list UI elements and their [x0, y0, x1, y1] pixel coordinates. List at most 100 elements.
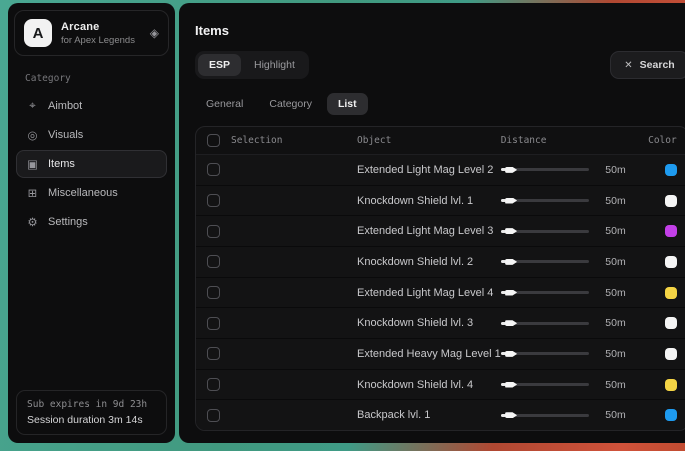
table-row[interactable]: Extended Light Mag Level 2 50m — [196, 155, 685, 186]
slider-thumb[interactable] — [505, 259, 517, 265]
color-swatch[interactable] — [665, 379, 677, 391]
column-distance: Distance — [501, 135, 633, 146]
color-swatch[interactable] — [665, 195, 677, 207]
color-swatch[interactable] — [665, 287, 677, 299]
sidebar-item-label: Items — [48, 158, 75, 170]
object-name: Knockdown Shield lvl. 2 — [357, 256, 501, 268]
table-row[interactable]: Backpack lvl. 1 50m — [196, 400, 685, 430]
gear-icon: ⚙ — [26, 215, 39, 229]
sidebar-item-label: Miscellaneous — [48, 187, 118, 199]
sidebar-item-miscellaneous[interactable]: ⊞ Miscellaneous — [16, 179, 167, 207]
sub-expires-text: Sub expires in 9d 23h — [27, 399, 156, 410]
slider-thumb[interactable] — [505, 320, 517, 326]
color-swatch[interactable] — [665, 409, 677, 421]
color-swatch[interactable] — [665, 256, 677, 268]
slider-thumb[interactable] — [505, 167, 517, 173]
distance-value: 50m — [598, 225, 626, 237]
row-checkbox[interactable] — [207, 286, 220, 299]
distance-slider[interactable] — [501, 230, 589, 233]
distance-slider[interactable] — [501, 199, 589, 202]
row-checkbox[interactable] — [207, 255, 220, 268]
overlay-window: A Arcane for Apex Legends ◈ Category ⌖ A… — [8, 3, 679, 443]
sidebar-item-items[interactable]: ▣ Items — [16, 150, 167, 178]
search-button-label: Search — [640, 59, 675, 71]
slider-thumb[interactable] — [505, 382, 517, 388]
sidebar-item-label: Aimbot — [48, 100, 82, 112]
object-name: Knockdown Shield lvl. 1 — [357, 195, 501, 207]
object-name: Backpack lvl. 1 — [357, 409, 501, 421]
object-name: Knockdown Shield lvl. 4 — [357, 379, 501, 391]
row-checkbox[interactable] — [207, 194, 220, 207]
app-logo: A — [24, 19, 52, 47]
items-table: Selection Object Distance Color Extended… — [195, 126, 685, 431]
distance-slider[interactable] — [501, 168, 589, 171]
slider-thumb[interactable] — [505, 351, 517, 357]
row-checkbox[interactable] — [207, 225, 220, 238]
row-checkbox[interactable] — [207, 409, 220, 422]
view-tabs: General Category List — [195, 93, 685, 115]
select-all-checkbox[interactable] — [207, 134, 220, 147]
table-header: Selection Object Distance Color — [196, 127, 685, 155]
distance-slider[interactable] — [501, 383, 589, 386]
app-name: Arcane — [61, 21, 141, 33]
color-swatch[interactable] — [665, 164, 677, 176]
column-object: Object — [357, 135, 501, 146]
tab-esp[interactable]: ESP — [198, 54, 241, 76]
eye-icon: ◎ — [26, 128, 39, 142]
row-checkbox[interactable] — [207, 317, 220, 330]
color-swatch[interactable] — [665, 225, 677, 237]
mode-tabs: ESP Highlight — [195, 51, 309, 79]
crosshair-icon: ⌖ — [26, 100, 39, 113]
distance-slider[interactable] — [501, 322, 589, 325]
object-name: Extended Light Mag Level 2 — [357, 164, 501, 176]
row-checkbox[interactable] — [207, 378, 220, 391]
table-row[interactable]: Knockdown Shield lvl. 2 50m — [196, 247, 685, 278]
distance-slider[interactable] — [501, 414, 589, 417]
table-body: Extended Light Mag Level 2 50m Knockdown… — [196, 155, 685, 430]
tab-general[interactable]: General — [195, 93, 254, 115]
row-checkbox[interactable] — [207, 163, 220, 176]
object-name: Extended Heavy Mag Level 1 — [357, 348, 501, 360]
sidebar-item-settings[interactable]: ⚙ Settings — [16, 208, 167, 236]
session-duration-text: Session duration 3m 14s — [27, 414, 156, 426]
object-name: Extended Light Mag Level 3 — [357, 225, 501, 237]
distance-value: 50m — [598, 379, 626, 391]
color-swatch[interactable] — [665, 348, 677, 360]
main-panel: Items ESP Highlight ✕ Search General Cat… — [179, 3, 685, 443]
slider-thumb[interactable] — [505, 412, 517, 418]
table-row[interactable]: Knockdown Shield lvl. 1 50m — [196, 186, 685, 217]
page-title: Items — [195, 23, 685, 38]
sidebar-nav: ⌖ Aimbot ◎ Visuals ▣ Items ⊞ Miscellaneo… — [8, 88, 175, 240]
sidebar-item-aimbot[interactable]: ⌖ Aimbot — [16, 92, 167, 120]
session-status-box: Sub expires in 9d 23h Session duration 3… — [16, 390, 167, 435]
tab-list[interactable]: List — [327, 93, 368, 115]
color-swatch[interactable] — [665, 317, 677, 329]
table-row[interactable]: Knockdown Shield lvl. 3 50m — [196, 308, 685, 339]
search-button[interactable]: ✕ Search — [610, 51, 685, 79]
row-checkbox[interactable] — [207, 347, 220, 360]
table-row[interactable]: Extended Light Mag Level 4 50m — [196, 278, 685, 309]
table-row[interactable]: Knockdown Shield lvl. 4 50m — [196, 370, 685, 401]
x-icon: ✕ — [624, 60, 632, 71]
slider-thumb[interactable] — [505, 228, 517, 234]
distance-slider[interactable] — [501, 291, 589, 294]
table-row[interactable]: Extended Light Mag Level 3 50m — [196, 216, 685, 247]
distance-slider[interactable] — [501, 260, 589, 263]
slider-thumb[interactable] — [505, 290, 517, 296]
distance-value: 50m — [598, 409, 626, 421]
table-row[interactable]: Extended Heavy Mag Level 1 50m — [196, 339, 685, 370]
tab-highlight[interactable]: Highlight — [243, 54, 306, 76]
object-name: Knockdown Shield lvl. 3 — [357, 317, 501, 329]
column-selection: Selection — [231, 135, 282, 146]
distance-value: 50m — [598, 348, 626, 360]
column-color: Color — [633, 135, 677, 146]
app-header: A Arcane for Apex Legends ◈ — [14, 10, 169, 56]
distance-value: 50m — [598, 164, 626, 176]
distance-slider[interactable] — [501, 352, 589, 355]
sidebar-item-visuals[interactable]: ◎ Visuals — [16, 121, 167, 149]
app-subtitle: for Apex Legends — [61, 35, 141, 46]
slider-thumb[interactable] — [505, 198, 517, 204]
pin-icon[interactable]: ◈ — [150, 27, 159, 39]
tab-category[interactable]: Category — [258, 93, 323, 115]
category-label: Category — [25, 73, 175, 84]
